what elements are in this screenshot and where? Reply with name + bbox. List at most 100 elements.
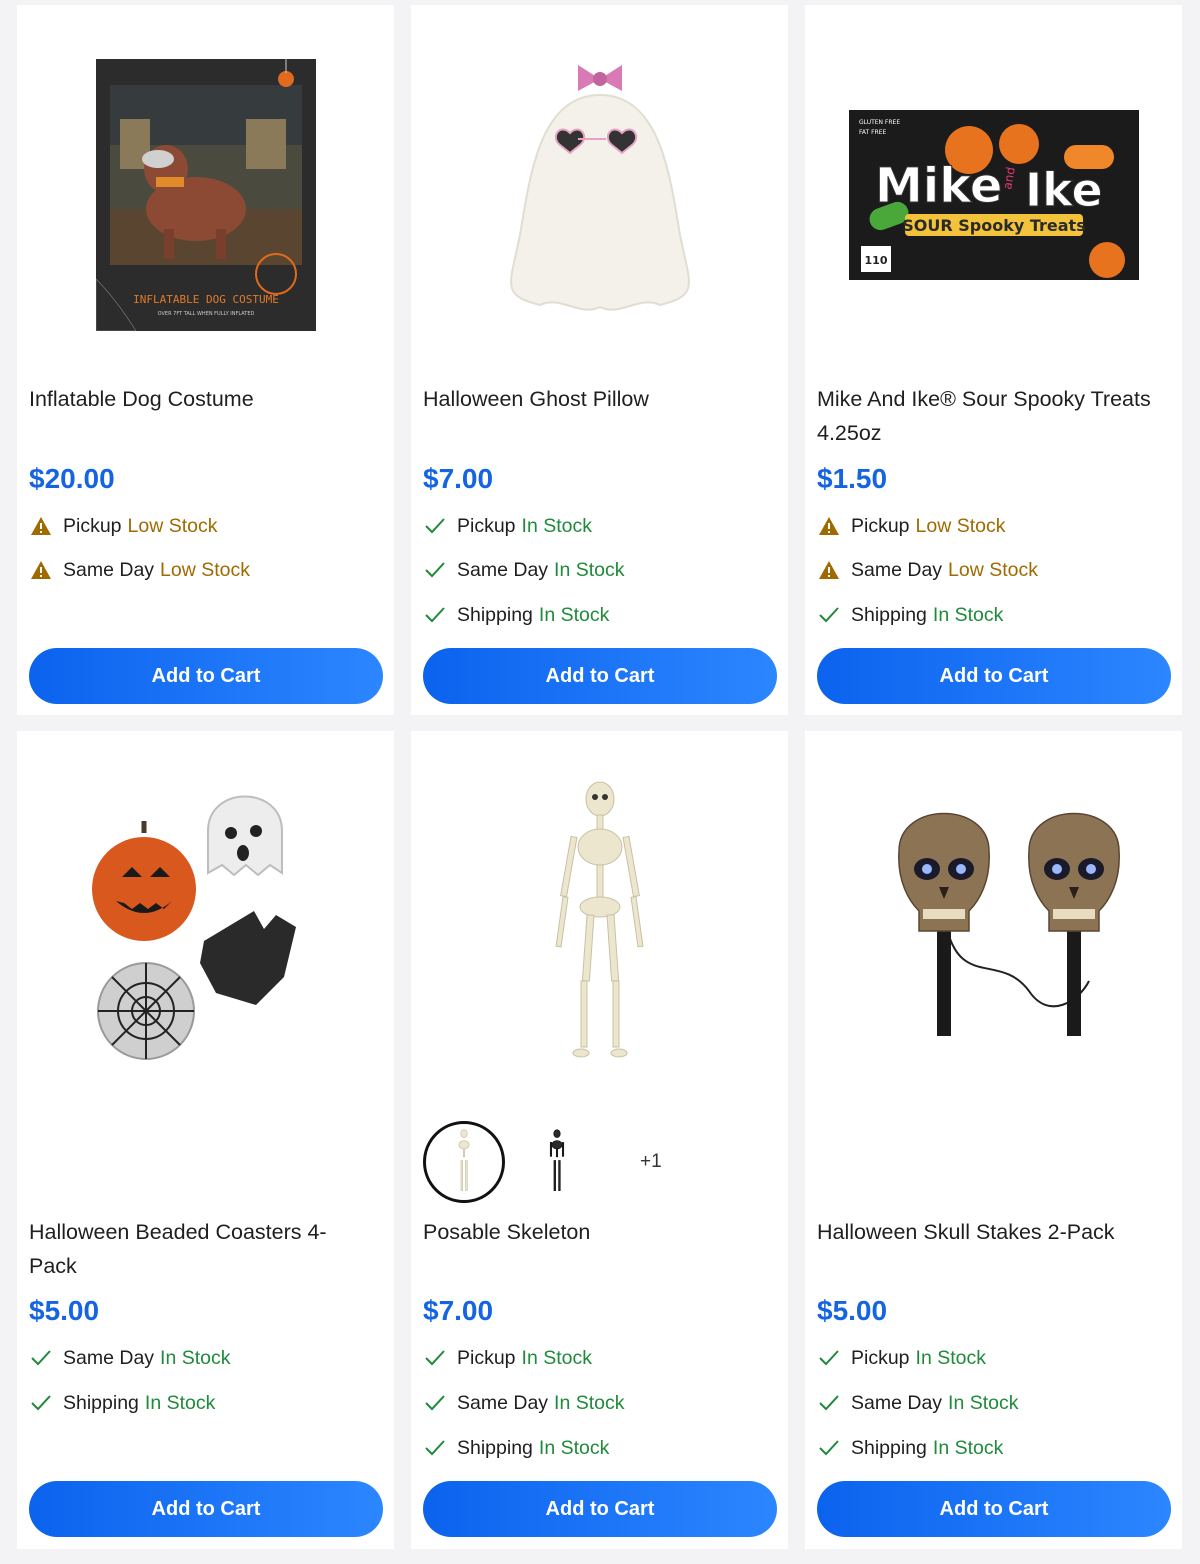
- availability-pickup: Pickup In Stock: [423, 1345, 592, 1371]
- availability-pickup: Pickup In Stock: [817, 1345, 986, 1371]
- add-to-cart-button[interactable]: Add to Cart: [817, 648, 1171, 704]
- product-price: $7.00: [423, 463, 494, 494]
- stock-status: In Stock: [915, 1346, 986, 1369]
- stock-status: In Stock: [144, 1391, 216, 1414]
- product-title[interactable]: Halloween Beaded Coasters 4-Pack: [29, 1215, 374, 1283]
- checkmark-icon: [423, 1346, 447, 1370]
- stock-status: In Stock: [948, 1391, 1019, 1414]
- warning-icon: [29, 558, 53, 582]
- stock-status: In Stock: [932, 603, 1004, 626]
- skeleton-icon: [549, 1129, 565, 1191]
- availability-pickup: Pickup Low Stock: [817, 513, 1006, 539]
- checkmark-icon: [423, 1436, 447, 1460]
- skeleton-image: [554, 781, 643, 1057]
- svg-text:FAT FREE: FAT FREE: [859, 129, 887, 136]
- add-to-cart-button[interactable]: Add to Cart: [817, 1481, 1171, 1537]
- product-image[interactable]: GLUTEN FREE FAT FREE Mike and Ike SOUR S…: [805, 55, 1182, 335]
- stock-status: In Stock: [538, 603, 610, 626]
- product-price: $5.00: [817, 1295, 888, 1326]
- product-card: Halloween Skull Stakes 2-Pack $5.00 Pick…: [805, 731, 1182, 1549]
- stock-status: In Stock: [554, 558, 625, 581]
- stock-status: In Stock: [160, 1346, 231, 1369]
- warning-icon: [817, 514, 841, 538]
- product-image[interactable]: [805, 786, 1182, 1046]
- product-card: INFLATABLE DOG COSTUME OVER 7FT TALL WHE…: [17, 5, 394, 715]
- product-price: $1.50: [817, 463, 888, 494]
- beaded-coasters-image: [91, 795, 296, 1060]
- availability-same-day: Same Day In Stock: [29, 1345, 231, 1371]
- fulfillment-method: Same Day: [851, 1391, 943, 1414]
- checkmark-icon: [423, 558, 447, 582]
- availability-same-day: Same Day Low Stock: [29, 557, 250, 583]
- stock-status: In Stock: [538, 1436, 610, 1459]
- ghost-pillow-image: [509, 65, 690, 311]
- product-title[interactable]: Halloween Skull Stakes 2-Pack: [817, 1215, 1162, 1249]
- product-image[interactable]: INFLATABLE DOG COSTUME OVER 7FT TALL WHE…: [17, 55, 394, 335]
- availability-shipping: Shipping In Stock: [29, 1390, 215, 1416]
- product-image[interactable]: [17, 776, 394, 1076]
- product-card: GLUTEN FREE FAT FREE Mike and Ike SOUR S…: [805, 5, 1182, 715]
- stock-status: In Stock: [932, 1436, 1004, 1459]
- product-card: Halloween Beaded Coasters 4-Pack $5.00 S…: [17, 731, 394, 1549]
- add-to-cart-button[interactable]: Add to Cart: [29, 648, 383, 704]
- product-image[interactable]: [411, 776, 788, 1066]
- costume-box-image: INFLATABLE DOG COSTUME OVER 7FT TALL WHE…: [95, 59, 316, 331]
- fulfillment-method: Shipping: [851, 1436, 927, 1459]
- availability-same-day: Same Day In Stock: [423, 557, 625, 583]
- fulfillment-method: Same Day: [457, 558, 549, 581]
- availability-shipping: Shipping In Stock: [423, 1435, 609, 1461]
- svg-text:Ike: Ike: [1025, 163, 1103, 217]
- product-price: $20.00: [29, 463, 115, 494]
- checkmark-icon: [817, 1436, 841, 1460]
- fulfillment-method: Pickup: [457, 514, 516, 537]
- availability-shipping: Shipping In Stock: [817, 1435, 1003, 1461]
- add-to-cart-button[interactable]: Add to Cart: [29, 1481, 383, 1537]
- product-title[interactable]: Inflatable Dog Costume: [29, 382, 374, 416]
- checkmark-icon: [423, 603, 447, 627]
- product-price: $5.00: [29, 1295, 100, 1326]
- fulfillment-method: Shipping: [457, 1436, 533, 1459]
- svg-text:INFLATABLE DOG COSTUME: INFLATABLE DOG COSTUME: [133, 293, 279, 306]
- svg-text:OVER 7FT TALL WHEN FULLY INFLA: OVER 7FT TALL WHEN FULLY INFLATED: [157, 311, 254, 317]
- availability-shipping: Shipping In Stock: [817, 602, 1003, 628]
- checkmark-icon: [817, 1346, 841, 1370]
- stock-status: In Stock: [521, 1346, 592, 1369]
- product-image[interactable]: [411, 55, 788, 335]
- availability-same-day: Same Day In Stock: [423, 1390, 625, 1416]
- product-card: Halloween Ghost Pillow $7.00 Pickup In S…: [411, 5, 788, 715]
- checkmark-icon: [29, 1391, 53, 1415]
- checkmark-icon: [423, 514, 447, 538]
- availability-pickup: Pickup Low Stock: [29, 513, 218, 539]
- svg-text:SOUR Spooky Treats: SOUR Spooky Treats: [902, 216, 1085, 235]
- fulfillment-method: Pickup: [63, 514, 122, 537]
- stock-status: Low Stock: [915, 514, 1006, 537]
- more-swatches-count[interactable]: +1: [640, 1151, 662, 1173]
- fulfillment-method: Same Day: [63, 558, 155, 581]
- checkmark-icon: [423, 1391, 447, 1415]
- swatch-white-skeleton[interactable]: [423, 1121, 505, 1203]
- fulfillment-method: Shipping: [63, 1391, 139, 1414]
- swatch-black-skeleton[interactable]: [516, 1121, 598, 1203]
- svg-text:GLUTEN FREE: GLUTEN FREE: [859, 119, 900, 126]
- warning-icon: [817, 558, 841, 582]
- product-title[interactable]: Mike And Ike® Sour Spooky Treats 4.25oz: [817, 382, 1162, 450]
- fulfillment-method: Same Day: [63, 1346, 155, 1369]
- fulfillment-method: Shipping: [851, 603, 927, 626]
- product-title[interactable]: Posable Skeleton: [423, 1215, 768, 1249]
- fulfillment-method: Shipping: [457, 603, 533, 626]
- product-price: $7.00: [423, 1295, 494, 1326]
- stock-status: In Stock: [521, 514, 592, 537]
- fulfillment-method: Same Day: [457, 1391, 549, 1414]
- checkmark-icon: [817, 603, 841, 627]
- svg-text:Mike: Mike: [875, 158, 1002, 214]
- fulfillment-method: Pickup: [457, 1346, 516, 1369]
- checkmark-icon: [29, 1346, 53, 1370]
- add-to-cart-button[interactable]: Add to Cart: [423, 1481, 777, 1537]
- stock-status: Low Stock: [127, 514, 218, 537]
- availability-same-day: Same Day Low Stock: [817, 557, 1038, 583]
- add-to-cart-button[interactable]: Add to Cart: [423, 648, 777, 704]
- fulfillment-method: Same Day: [851, 558, 943, 581]
- availability-same-day: Same Day In Stock: [817, 1390, 1019, 1416]
- product-title[interactable]: Halloween Ghost Pillow: [423, 382, 768, 416]
- checkmark-icon: [817, 1391, 841, 1415]
